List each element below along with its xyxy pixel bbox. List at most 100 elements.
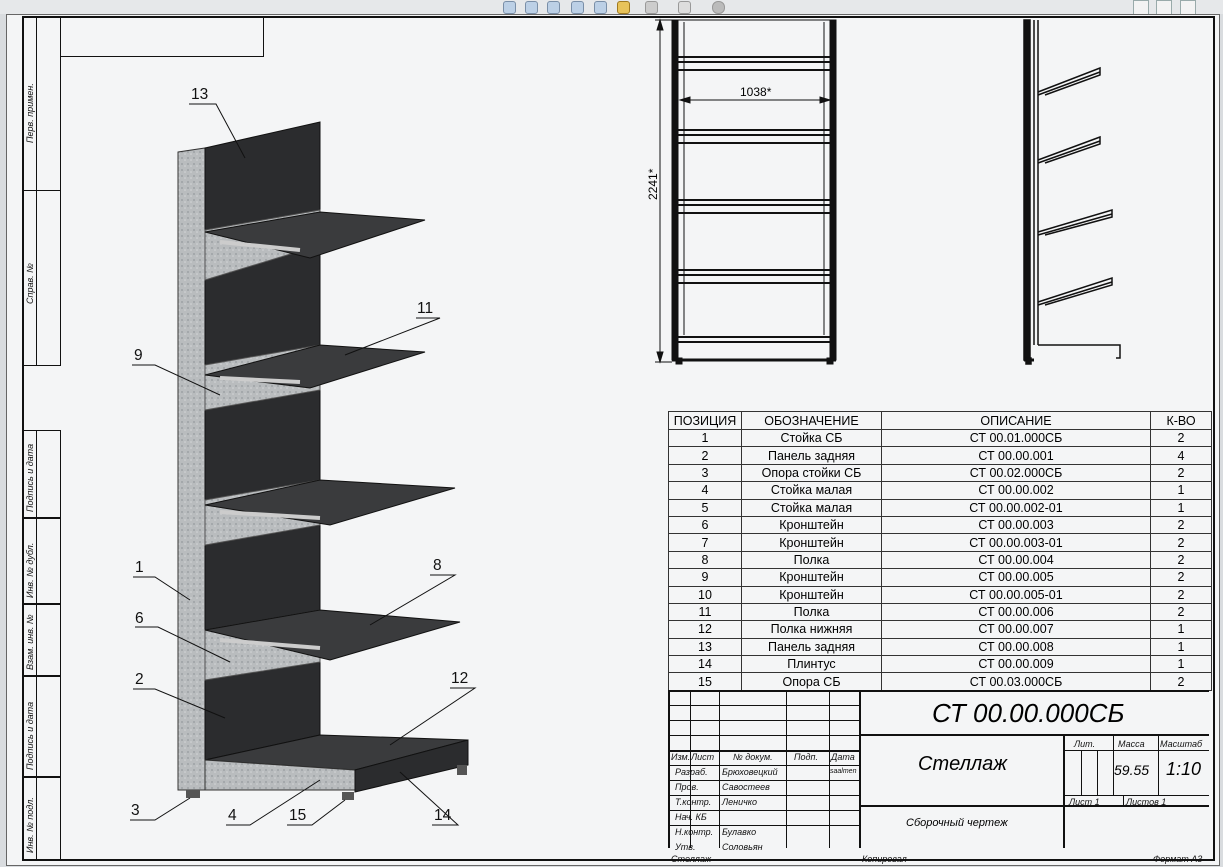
person-name: Леничко [722,797,758,807]
bom-pos: 3 [668,463,742,483]
table-row: 4 Стойка малая СТ 00.00.002 1 [668,481,1212,500]
bom-code: СТ 00.00.003-01 [881,533,1151,552]
table-row: 7 Кронштейн СТ 00.00.003-01 2 [668,533,1212,552]
table-row: 13 Панель задняя СТ 00.00.008 1 [668,637,1212,657]
callout-8: 8 [433,557,442,574]
footer-left: Стеллаж [671,854,712,864]
bom-name: Панель задняя [741,446,882,465]
hide-show-icon[interactable] [678,1,691,14]
callout-6: 6 [135,610,144,627]
bom-code: СТ 00.00.002 [881,481,1151,500]
person-name: Соловьян [722,842,763,852]
callout-14: 14 [434,807,452,824]
display-style-icon[interactable] [645,1,658,14]
bom-code: СТ 00.02.000СБ [881,463,1151,483]
bom-name: Кронштейн [741,515,882,535]
bom-pos: 9 [668,568,742,587]
side-label: Инв. № дубл. [25,542,35,598]
table-row: 11 Полка СТ 00.00.006 2 [668,602,1212,622]
bom-header: ОБОЗНАЧЕНИЕ [741,411,882,430]
scale-value: 1:10 [1166,759,1202,779]
bom-code: СТ 00.03.000СБ [881,672,1151,691]
callout-1: 1 [135,559,144,576]
bom-code: СТ 00.00.003 [881,515,1151,535]
col-doc: № докум. [733,752,773,762]
side-label: Взам. инв. № [25,614,35,670]
drawing-designation: СТ 00.00.000СБ [932,698,1125,728]
section-view-icon[interactable] [617,1,630,14]
bom-table: ПОЗИЦИЯ ОБОЗНАЧЕНИЕ ОПИСАНИЕ К-ВО 1 Стойк… [668,411,1212,691]
restore-icon[interactable] [1133,0,1149,15]
close-icon[interactable] [1180,0,1196,15]
bom-header-row: ПОЗИЦИЯ ОБОЗНАЧЕНИЕ ОПИСАНИЕ К-ВО [668,411,1212,430]
callout-2: 2 [135,671,144,688]
bom-name: Плинтус [741,655,882,674]
table-row: 9 Кронштейн СТ 00.00.005 2 [668,568,1212,587]
bom-code: СТ 00.00.005 [881,568,1151,587]
bom-qty: 1 [1150,620,1212,639]
callout-13: 13 [191,86,209,103]
table-row: 10 Кронштейн СТ 00.00.005-01 2 [668,585,1212,604]
bom-name: Панель задняя [741,637,882,657]
sheets-total: Листов 1 [1126,797,1167,807]
table-row: 2 Панель задняя СТ 00.00.001 4 [668,446,1212,465]
bom-code: СТ 00.00.006 [881,602,1151,622]
role-label: Утв. [675,842,696,852]
sheet-number: Лист 1 [1069,797,1100,807]
callout-3: 3 [131,802,140,819]
bom-code: СТ 00.00.007 [881,620,1151,639]
side-label: Справ. № [25,263,35,304]
view-toolbar [0,0,1223,15]
role-label: Т.контр. [675,797,712,807]
role-label: Разраб. [675,767,708,777]
footer-right: Формат А3 [1153,854,1203,864]
table-row: 8 Полка СТ 00.00.004 2 [668,550,1212,570]
dimension-height: 2241* [646,168,660,200]
zoom-area-icon[interactable] [525,1,538,14]
bom-qty: 2 [1150,515,1212,535]
bom-name: Стойка малая [741,481,882,500]
appearance-icon[interactable] [712,1,725,14]
dimension-width: 1038* [740,85,772,99]
bom-pos: 4 [668,481,742,500]
table-row: 5 Стойка малая СТ 00.00.002-01 1 [668,498,1212,517]
callout-4: 4 [228,807,237,824]
lit-label: Лит. [1074,739,1096,749]
table-row: 1 Стойка СБ СТ 00.01.000СБ 2 [668,428,1212,448]
bom-pos: 12 [668,620,742,639]
side-label: Инв. № подл. [25,797,35,853]
bom-name: Кронштейн [741,533,882,552]
person-name: Булавко [722,827,757,837]
bom-qty: 1 [1150,637,1212,657]
table-row: 14 Плинтус СТ 00.00.009 1 [668,655,1212,674]
bom-name: Кронштейн [741,585,882,604]
footer-mid: Копировал [862,854,907,864]
tile-icon[interactable] [1156,0,1172,15]
side-label: Перв. примен. [25,83,35,143]
table-row: 12 Полка нижняя СТ 00.00.007 1 [668,620,1212,639]
bom-pos: 13 [668,637,742,657]
drawing-name: Стеллаж [918,753,1008,775]
bom-name: Стойка СБ [741,428,882,448]
bom-code: СТ 00.01.000СБ [881,428,1151,448]
bom-pos: 5 [668,498,742,517]
bom-pos: 10 [668,585,742,604]
date-value: saalmen [830,768,857,775]
bom-name: Опора стойки СБ [741,463,882,483]
mass-label: Масса [1118,739,1145,749]
callout-11: 11 [417,300,434,317]
doc-type: Сборочный чертеж [906,817,1008,829]
bom-qty: 4 [1150,446,1212,465]
rotate-icon[interactable] [594,1,607,14]
zoom-icon[interactable] [547,1,560,14]
zoom-fit-icon[interactable] [503,1,516,14]
bom-qty: 2 [1150,585,1212,604]
scale-label: Масштаб [1160,739,1203,749]
role-label: Пров. [675,782,699,792]
col-list: Лист [691,752,715,762]
view-orient-icon[interactable] [571,1,584,14]
bom-qty: 1 [1150,481,1212,500]
bom-code: СТ 00.00.008 [881,637,1151,657]
callout-12: 12 [451,670,469,687]
col-date: Дата [831,752,855,762]
